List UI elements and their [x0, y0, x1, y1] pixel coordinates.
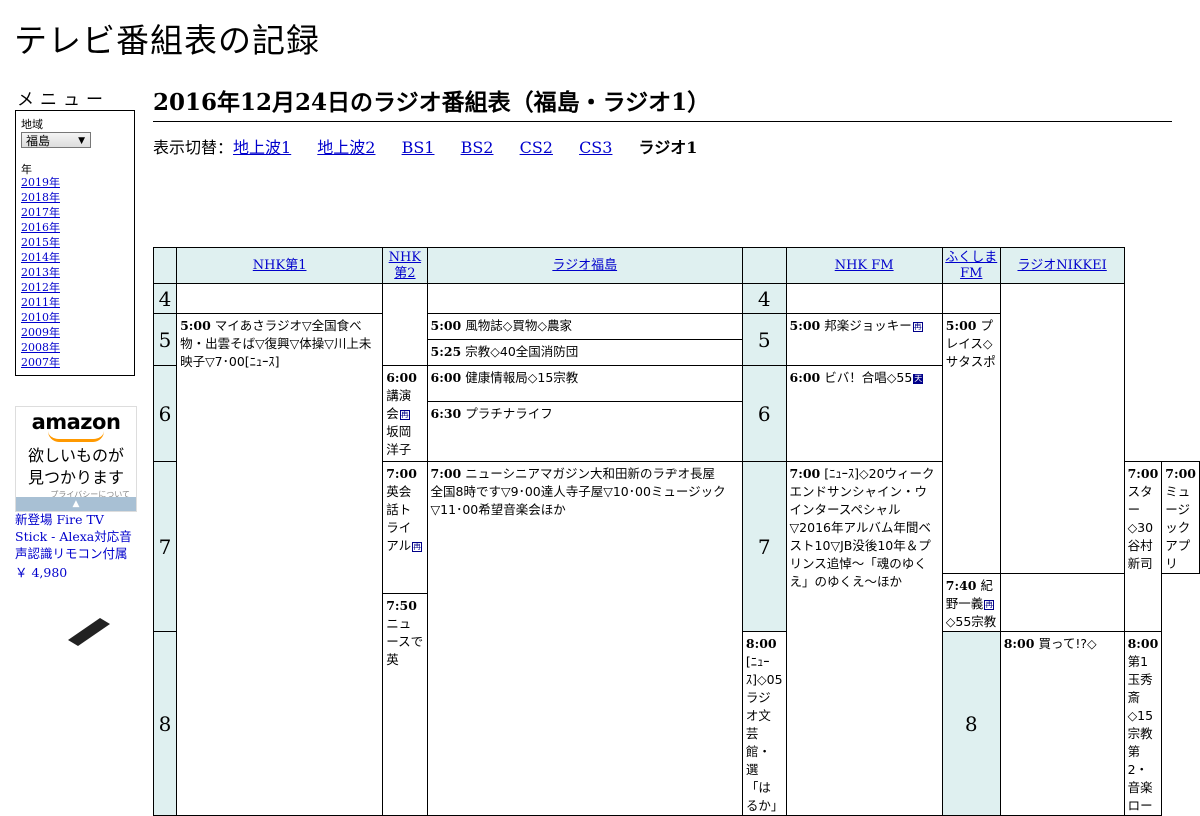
switch-link-bs1[interactable]: BS1 [402, 138, 435, 157]
year-link[interactable]: 2015年 [21, 236, 60, 249]
year-link[interactable]: 2009年 [21, 326, 60, 339]
program-cell-empty [785, 283, 943, 314]
program-cell[interactable]: 5:00 邦楽ジョッキー再 [785, 313, 943, 366]
switch-link-terrestrial1[interactable]: 地上波1 [233, 138, 291, 157]
program-cell[interactable]: 6:00 ビバ！合唱◇55 天 [785, 365, 943, 462]
program-cell[interactable]: 5:00 マイあさラジオ▽全国食べ物・出雲そば▽復興▽体操▽川上未映子▽7･00… [176, 313, 384, 816]
hour-header-middle [741, 247, 787, 284]
year-link[interactable]: 2016年 [21, 221, 60, 234]
ad-tagline: 欲しいものが 見つかります [27, 446, 124, 487]
switch-link-bs2[interactable]: BS2 [461, 138, 494, 157]
switch-current-radio1: ラジオ1 [638, 138, 698, 157]
ad-product-link[interactable]: 新登場 Fire TV Stick - Alexa対応音声認識リモコン付属 [15, 511, 137, 562]
program-grid: NHK第1 NHK第2 ラジオ福島 NHK FM ふくしまFM ラジオNIKKE… [152, 247, 1200, 816]
hour-cell: 5 [152, 313, 178, 366]
switch-link-cs3[interactable]: CS3 [579, 138, 612, 157]
hour-cell: 7 [152, 461, 178, 632]
program-cell[interactable]: 6:00 講演会再坂岡洋子 [382, 365, 428, 462]
channel-header-nhk1[interactable]: NHK第1 [253, 258, 307, 273]
program-cell-empty [382, 283, 428, 366]
amazon-logo: amazon [31, 410, 121, 434]
ad-expand-icon[interactable]: ▲ [16, 497, 136, 511]
region-select-value: 福島 [26, 134, 51, 148]
fire-tv-stick-image[interactable] [60, 610, 120, 650]
region-label: 地域 [21, 118, 43, 131]
hour-cell: 8 [152, 631, 178, 816]
program-cell[interactable]: 8:00 [ﾆｭｰｽ]◇05ラジオ文芸館・選「はるか」 [741, 631, 787, 816]
hour-cell: 4 [152, 283, 178, 314]
hour-cell: 8 [941, 631, 1001, 816]
program-cell[interactable]: 7:00 英会話トライアル再 [382, 461, 428, 594]
program-cell[interactable]: 6:30 プラチナライフ [426, 401, 743, 462]
program-cell[interactable]: 7:00 ニューシニアマガジン大和田新のラヂオ長屋 全国8時です▽9･00達人寺… [426, 461, 743, 816]
year-link[interactable]: 2010年 [21, 311, 60, 324]
program-cell[interactable]: 7:00 ミュージックアプリ [1161, 461, 1200, 574]
rebroadcast-mark-icon: 再 [399, 410, 410, 420]
program-cell[interactable]: 6:00 健康情報局◇15宗教 [426, 365, 743, 402]
amazon-ad-banner[interactable]: amazon 欲しいものが 見つかります プライバシーについて ▲ [15, 406, 137, 512]
switcher-label: 表示切替： [153, 138, 234, 157]
program-cell[interactable]: 5:25 宗教◇40全国消防団 [426, 339, 743, 366]
year-link[interactable]: 2007年 [21, 356, 60, 369]
program-cell[interactable]: 7:00 [ﾆｭｰｽ]◇20ウィークエンドサンシャイン・ウインタースペシャル▽2… [785, 461, 943, 816]
program-cell[interactable]: 8:00 第1玉秀斎◇15宗教第2・音楽ロー [1123, 631, 1163, 816]
program-cell[interactable]: 7:00 スター◇30谷村新司 [1123, 461, 1163, 632]
channel-header-nhk-fm[interactable]: NHK FM [835, 258, 894, 273]
region-select[interactable]: 福島 ▼ [21, 132, 91, 148]
rebroadcast-mark-icon: 再 [412, 542, 423, 552]
hour-cell: 6 [741, 365, 787, 462]
channel-header-fukushima-fm[interactable]: ふくしまFM [945, 250, 997, 281]
rebroadcast-mark-icon: 再 [984, 600, 995, 610]
hour-cell: 4 [741, 283, 787, 314]
rebroadcast-mark-icon: 再 [912, 322, 923, 332]
site-title: テレビ番組表の記録 [14, 21, 320, 60]
year-link[interactable]: 2017年 [21, 206, 60, 219]
year-link[interactable]: 2013年 [21, 266, 60, 279]
menu-title: メニュー [17, 90, 109, 110]
chevron-down-icon: ▼ [78, 136, 85, 146]
program-cell[interactable]: 5:00 プレイス◇サタスポ [941, 313, 1001, 574]
hour-cell: 5 [741, 313, 787, 366]
channel-header-radio-nikkei[interactable]: ラジオNIKKEI [1017, 258, 1106, 273]
program-cell[interactable]: 8:00 買って!?◇ [999, 631, 1125, 816]
program-cell-empty [176, 283, 384, 314]
menu-box: 地域 福島 ▼ 年 2019年 2018年 2017年 2016年 2015年 … [15, 110, 135, 376]
program-cell-empty [999, 283, 1125, 574]
ad-price[interactable]: ￥ 4,980 [15, 562, 67, 581]
display-switcher: 表示切替：地上波1 地上波2 BS1 BS2 CS2 CS3 ラジオ1 [153, 134, 718, 158]
channel-header-nhk2[interactable]: NHK第2 [389, 250, 421, 281]
year-link[interactable]: 2011年 [21, 296, 60, 309]
program-cell[interactable]: 7:40 紀野一義 再◇55宗教 [941, 573, 1001, 632]
hour-header-corner [152, 247, 178, 284]
hour-cell: 7 [741, 461, 787, 632]
year-link[interactable]: 2014年 [21, 251, 60, 264]
hour-cell: 6 [152, 365, 178, 462]
year-link[interactable]: 2012年 [21, 281, 60, 294]
year-link[interactable]: 2008年 [21, 341, 60, 354]
year-link[interactable]: 2018年 [21, 191, 60, 204]
weather-mark-icon: 天 [913, 374, 924, 384]
program-cell[interactable]: 7:50 ニュースで英 [382, 593, 428, 816]
program-cell[interactable]: 5:00 風物誌◇買物◇農家 [426, 313, 743, 340]
year-list: 2019年 2018年 2017年 2016年 2015年 2014年 2013… [21, 175, 60, 370]
program-cell-empty [426, 283, 743, 314]
page-title: 2016年12月24日のラジオ番組表（福島・ラジオ1） [153, 83, 1172, 122]
switch-link-cs2[interactable]: CS2 [520, 138, 553, 157]
program-cell-empty [941, 283, 1001, 314]
switch-link-terrestrial2[interactable]: 地上波2 [317, 138, 375, 157]
year-link[interactable]: 2019年 [21, 176, 60, 189]
channel-header-radio-fukushima[interactable]: ラジオ福島 [552, 258, 617, 273]
